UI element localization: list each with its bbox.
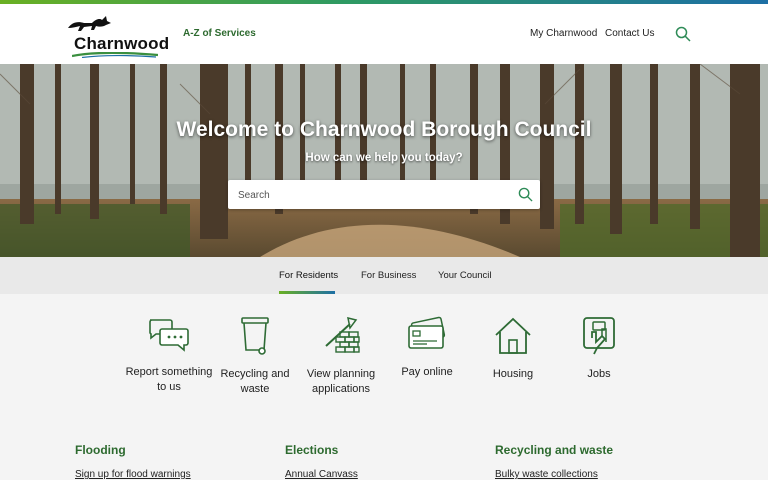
column-recycling-waste: Recycling and waste Bulky waste collecti… bbox=[495, 443, 613, 480]
hero-search-box bbox=[228, 180, 540, 209]
hero-subtitle: How can we help you today? bbox=[305, 152, 463, 164]
column-link[interactable]: Annual Canvass bbox=[285, 469, 358, 480]
logo-swoosh-icon bbox=[72, 52, 158, 58]
fox-logo-icon bbox=[68, 16, 111, 31]
service-shortcuts: Report something to us Recycling and was… bbox=[0, 294, 768, 434]
tab-your-council[interactable]: Your Council bbox=[438, 270, 492, 281]
hero-title: Welcome to Charnwood Borough Council bbox=[176, 118, 592, 141]
house-icon bbox=[495, 317, 531, 354]
column-heading: Flooding bbox=[75, 443, 126, 457]
hand-badge-icon bbox=[583, 317, 615, 355]
column-elections: Elections Annual Canvass bbox=[285, 443, 358, 480]
service-label: Recycling and waste bbox=[220, 368, 290, 395]
az-services-link[interactable]: A-Z of Services bbox=[183, 28, 256, 39]
site-logo[interactable]: Charnwood bbox=[66, 14, 169, 58]
topic-columns: Flooding Sign up for flood warnings Elec… bbox=[0, 434, 768, 480]
service-label: Jobs bbox=[587, 368, 611, 380]
service-label: Housing bbox=[492, 368, 534, 380]
service-label: Report something to us bbox=[125, 366, 213, 393]
search-icon[interactable] bbox=[675, 26, 691, 42]
service-label: Pay online bbox=[401, 366, 453, 378]
service-report-something[interactable]: Report something to us bbox=[124, 316, 214, 395]
hero-banner: Welcome to Charnwood Borough Council How… bbox=[0, 64, 768, 257]
service-pay-online[interactable]: Pay online bbox=[382, 316, 472, 380]
logo-wordmark: Charnwood bbox=[74, 34, 170, 53]
wheelie-bin-icon bbox=[241, 317, 269, 355]
search-submit-icon[interactable] bbox=[518, 187, 533, 202]
service-view-planning[interactable]: View planning applications bbox=[296, 316, 386, 397]
chat-bubbles-icon bbox=[149, 319, 189, 352]
tab-for-business[interactable]: For Business bbox=[361, 270, 416, 281]
column-flooding: Flooding Sign up for flood warnings bbox=[75, 443, 191, 480]
payment-card-icon bbox=[408, 316, 446, 349]
trowel-bricks-icon bbox=[325, 316, 360, 353]
column-link[interactable]: Sign up for flood warnings bbox=[75, 469, 191, 480]
service-jobs[interactable]: Jobs bbox=[554, 316, 644, 382]
service-housing[interactable]: Housing bbox=[468, 316, 558, 382]
hero-search-input[interactable] bbox=[238, 187, 508, 203]
column-link[interactable]: Bulky waste collections bbox=[495, 469, 613, 480]
service-label: View planning applications bbox=[306, 368, 376, 395]
site-header: Charnwood A-Z of Services My Charnwood C… bbox=[0, 4, 768, 64]
audience-tabs: For Residents For Business Your Council bbox=[0, 257, 768, 294]
my-charnwood-link[interactable]: My Charnwood bbox=[530, 28, 597, 39]
tab-for-residents[interactable]: For Residents bbox=[279, 270, 338, 281]
column-heading: Elections bbox=[285, 443, 339, 457]
service-recycling-waste[interactable]: Recycling and waste bbox=[210, 316, 300, 397]
column-heading: Recycling and waste bbox=[495, 443, 614, 457]
contact-us-link[interactable]: Contact Us bbox=[605, 28, 654, 39]
